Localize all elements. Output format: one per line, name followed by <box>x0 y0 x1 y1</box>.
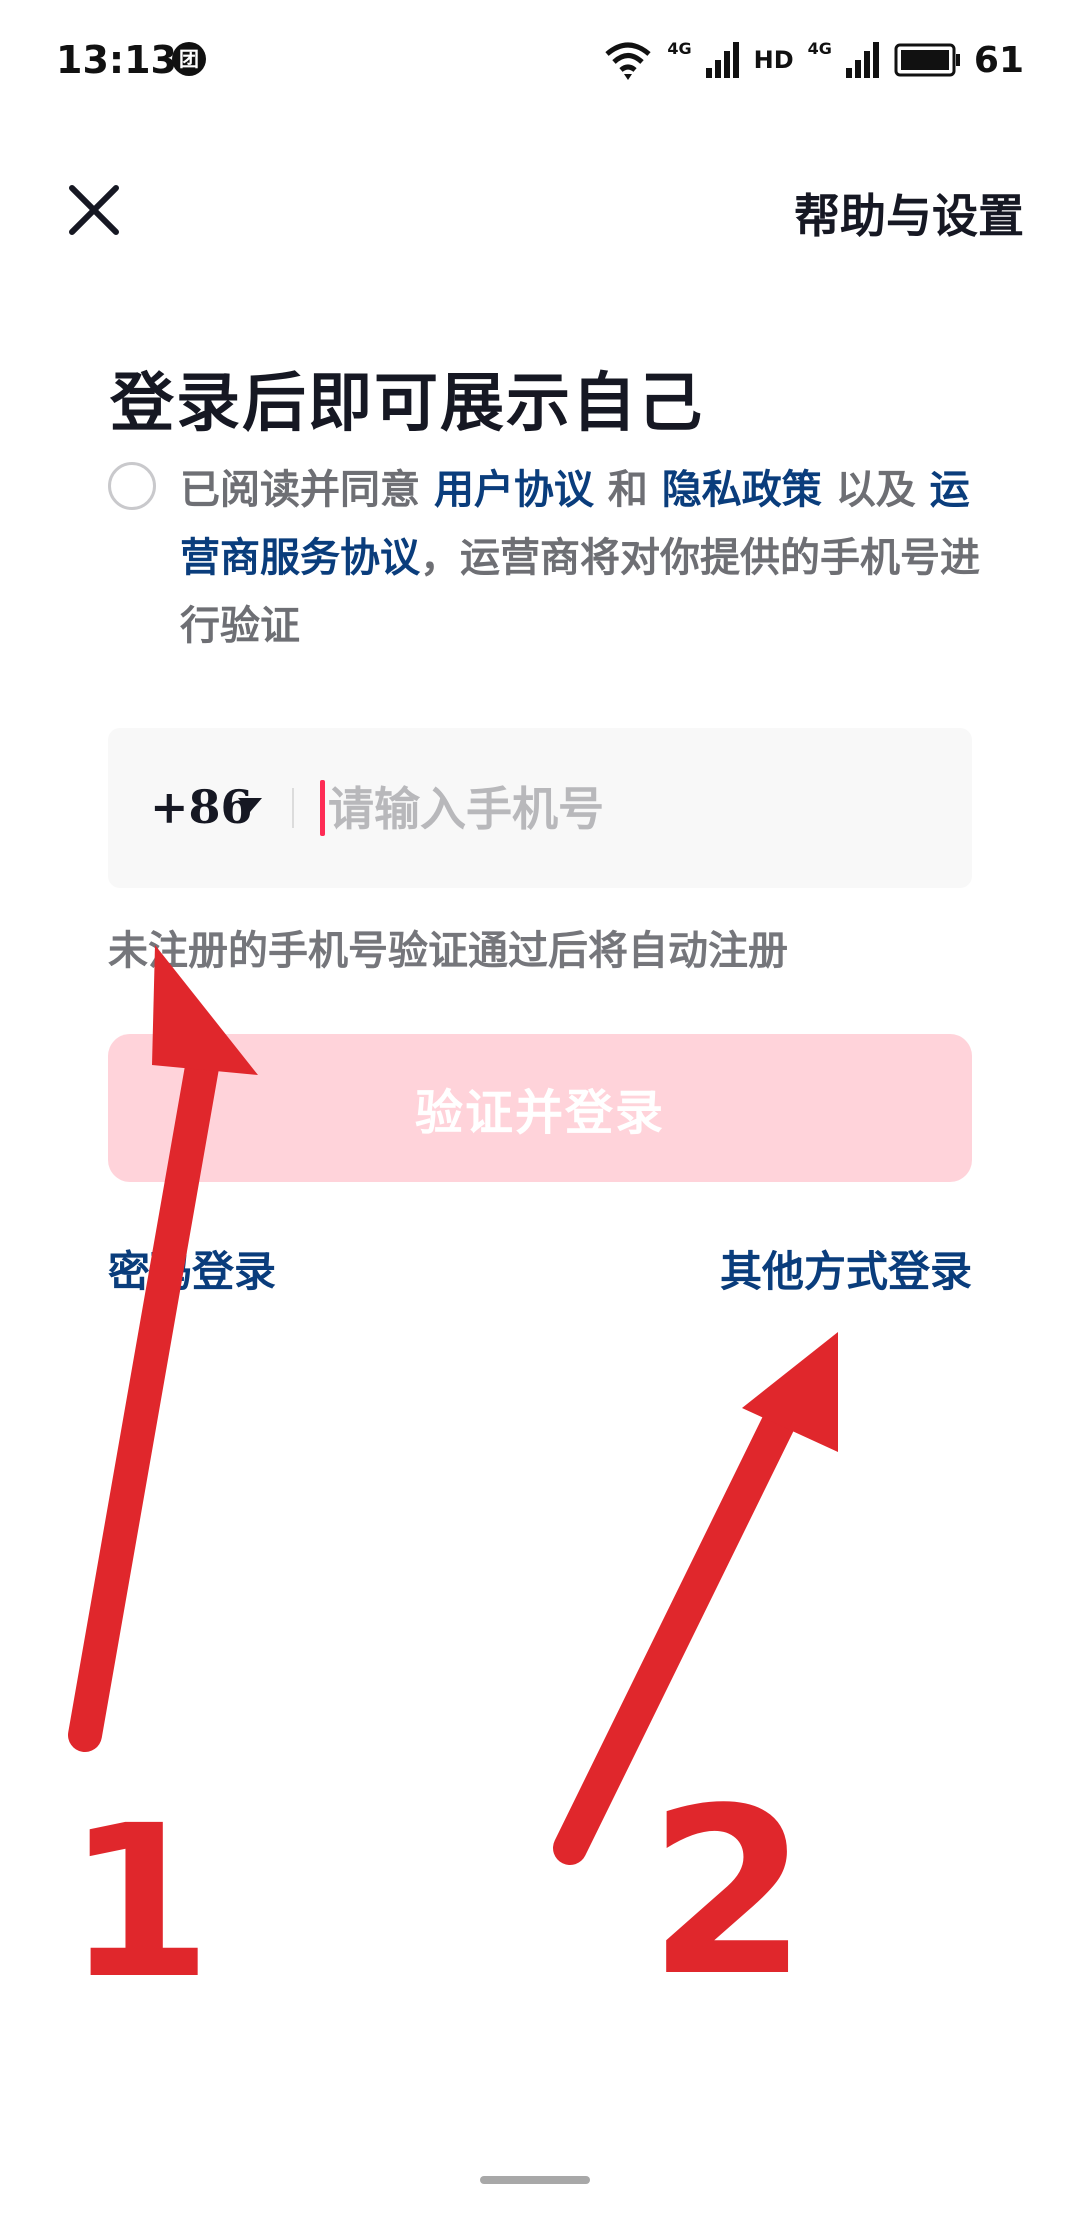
app-notification-icon: 团 <box>172 42 206 76</box>
wifi-icon <box>605 42 651 80</box>
hd-label: HD <box>753 46 794 74</box>
signal-bars-icon <box>705 42 739 78</box>
annotation-label-1: 1 <box>66 1780 213 2025</box>
agreement-checkbox[interactable] <box>108 462 156 510</box>
help-settings-link[interactable]: 帮助与设置 <box>794 180 1024 246</box>
input-divider <box>292 788 294 828</box>
status-bar: 13:13 团 4G HD 4G 61 <box>0 0 1080 120</box>
annotation-label-2: 2 <box>648 1760 809 2027</box>
chevron-down-icon[interactable] <box>238 798 262 812</box>
signal-bars-icon-2 <box>845 42 879 78</box>
close-button[interactable] <box>64 180 124 240</box>
phone-input-box: +86 <box>108 728 972 888</box>
privacy-policy-link[interactable]: 隐私政策 <box>662 467 822 513</box>
phone-number-input[interactable] <box>318 766 938 852</box>
verify-login-button[interactable]: 验证并登录 <box>108 1034 972 1182</box>
user-agreement-link[interactable]: 用户协议 <box>434 467 594 513</box>
battery-level: 61 <box>973 39 1024 81</box>
signal-4g-label: 4G <box>667 38 692 58</box>
other-login-link[interactable]: 其他方式登录 <box>720 1238 972 1299</box>
password-login-link[interactable]: 密码登录 <box>108 1238 276 1299</box>
page-title: 登录后即可展示自己 <box>110 367 704 441</box>
agreement-prefix: 已阅读并同意 <box>180 467 434 513</box>
agreement-and: 和 <box>593 467 662 513</box>
annotation-arrow-2-head <box>742 1332 838 1452</box>
battery-icon <box>894 43 960 77</box>
home-indicator[interactable] <box>480 2176 590 2184</box>
agreement-also: 以及 <box>821 467 930 513</box>
auto-register-hint: 未注册的手机号验证通过后将自动注册 <box>108 928 788 974</box>
status-time: 13:13 <box>56 38 177 82</box>
close-icon <box>69 185 119 235</box>
status-icons: 4G HD 4G 61 <box>603 36 1024 84</box>
signal-4g-label-2: 4G <box>807 38 832 58</box>
text-cursor <box>320 780 325 836</box>
agreement-text: 已阅读并同意 用户协议 和 隐私政策 以及 运营商服务协议，运营商将对你提供的手… <box>180 456 980 660</box>
